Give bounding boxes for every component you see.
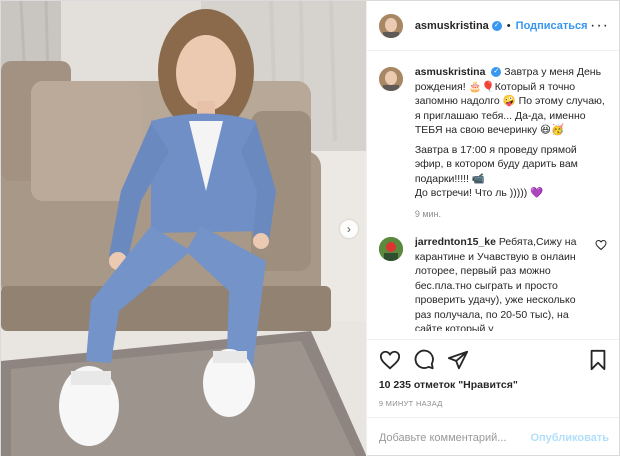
verified-badge-icon: ✓ [491,67,502,78]
post-photo[interactable]: › [1,1,366,456]
post-timestamp[interactable]: 9 МИНУТ НАЗАД [367,395,619,417]
verified-badge-icon: ✓ [491,20,502,31]
photo-illustration [1,1,366,456]
caption-text-line2: Завтра в 17:00 я проведу прямой эфир, в … [414,143,578,185]
share-icon[interactable] [447,349,469,371]
caption-time[interactable]: 9 мин. [415,207,607,222]
heart-icon[interactable] [379,349,401,371]
bookmark-icon[interactable] [587,349,609,371]
avatar-image [378,67,403,91]
comment-like-heart-icon[interactable] [595,239,607,251]
publish-button[interactable]: Опубликовать [530,432,609,444]
comment-input[interactable] [378,431,531,444]
likes-count[interactable]: 10 235 отметок "Нравится" [367,379,619,395]
caption-comment: asmuskristina ✓ Завтра у меня День рожде… [378,65,607,221]
comment-avatar[interactable] [378,237,403,261]
instagram-post: › asmuskristina ✓ • Подписаться ··· asmu… [0,0,620,456]
separator-dot: • [506,19,511,32]
action-bar [366,339,619,379]
caption-avatar[interactable] [378,67,403,91]
caption-username[interactable]: asmuskristina [415,66,486,78]
next-photo-button[interactable]: › [339,220,358,238]
avatar-image [378,13,403,38]
comments-list[interactable]: asmuskristina ✓ Завтра у меня День рожде… [367,51,619,339]
comment-body: jarrednton15_ke Ребята,Сижу на карантине… [415,235,589,331]
caption-text-line3: До встречи! Что ль ))))) 💜 [414,187,544,199]
chevron-right-icon: › [346,222,351,236]
comment-username[interactable]: jarrednton15_ke [415,236,496,248]
caption-body: asmuskristina ✓ Завтра у меня День рожде… [415,65,607,221]
list-item: jarrednton15_ke Ребята,Сижу на карантине… [378,235,607,331]
follow-button[interactable]: Подписаться [516,20,588,32]
add-comment-bar: Опубликовать [366,417,619,456]
post-sidebar: asmuskristina ✓ • Подписаться ··· asmusk… [365,1,619,456]
more-dots-icon[interactable]: ··· [590,17,609,34]
comment-text: Ребята,Сижу на карантине и Учавствую в о… [414,236,577,331]
comment-icon[interactable] [413,349,435,371]
post-header: asmuskristina ✓ • Подписаться ··· [366,1,619,51]
avatar-image [378,237,403,261]
avatar[interactable] [378,13,403,38]
header-username[interactable]: asmuskristina [415,20,489,32]
